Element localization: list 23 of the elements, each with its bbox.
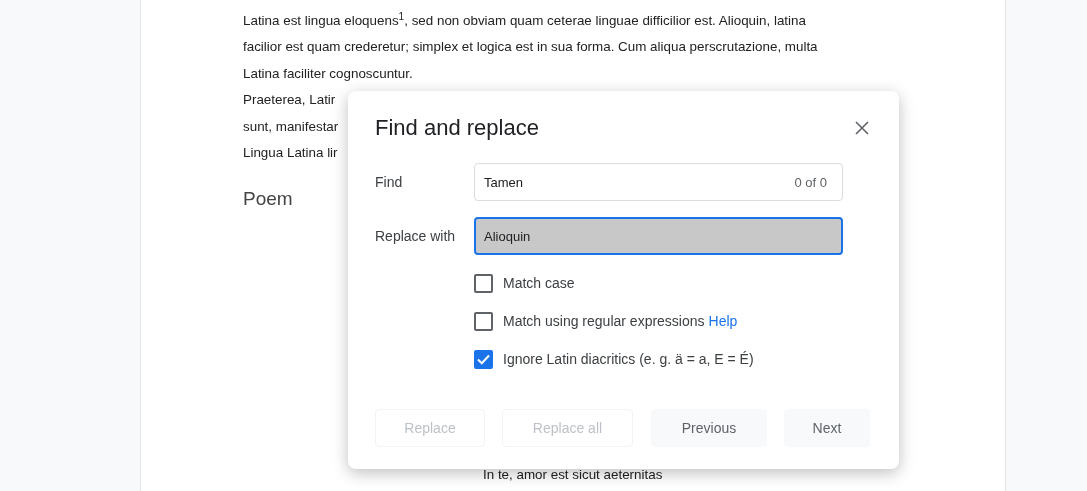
option-label: Match using regular expressions [503, 312, 705, 332]
checkbox[interactable] [474, 350, 493, 370]
dialog-button[interactable]: Next [784, 409, 870, 448]
poem-line: In te, amor est sicut aeternitas [483, 466, 664, 485]
text-line: Latina faciliter cognoscuntur. [243, 64, 413, 83]
option-label: Ignore Latin diacritics (e. g. ä = a, E = É) [503, 350, 754, 370]
dialog-title: Find and replace [375, 115, 539, 142]
dialog-button[interactable]: Previous [651, 409, 767, 448]
section-heading: Poem [243, 188, 294, 212]
close-icon [855, 121, 869, 136]
option-label: Match case [503, 274, 575, 294]
field-label: Find [375, 172, 404, 192]
checkbox[interactable] [474, 274, 493, 294]
text-line: facilior est quam crederetur; simplex et logica est in sua forma. Cum aliqua perscrutazione, multa [243, 38, 818, 57]
text-line: Latina est lingua eloquens$^{1}$, sed non obviam quam ceterae linguae difficilior est. Alioquin, latina [243, 10, 806, 30]
match-count: 0 of 0 [794, 174, 827, 193]
checkbox[interactable] [474, 312, 493, 332]
text-line: sunt, manifestar [243, 117, 339, 136]
text-line: Praeterea, Latir [243, 91, 336, 110]
input-field[interactable]: Alioquin [474, 217, 843, 256]
text-line: Lingua Latina lir [243, 144, 338, 163]
help-link[interactable]: Help [708, 311, 738, 333]
field-label: Replace with [375, 226, 457, 246]
